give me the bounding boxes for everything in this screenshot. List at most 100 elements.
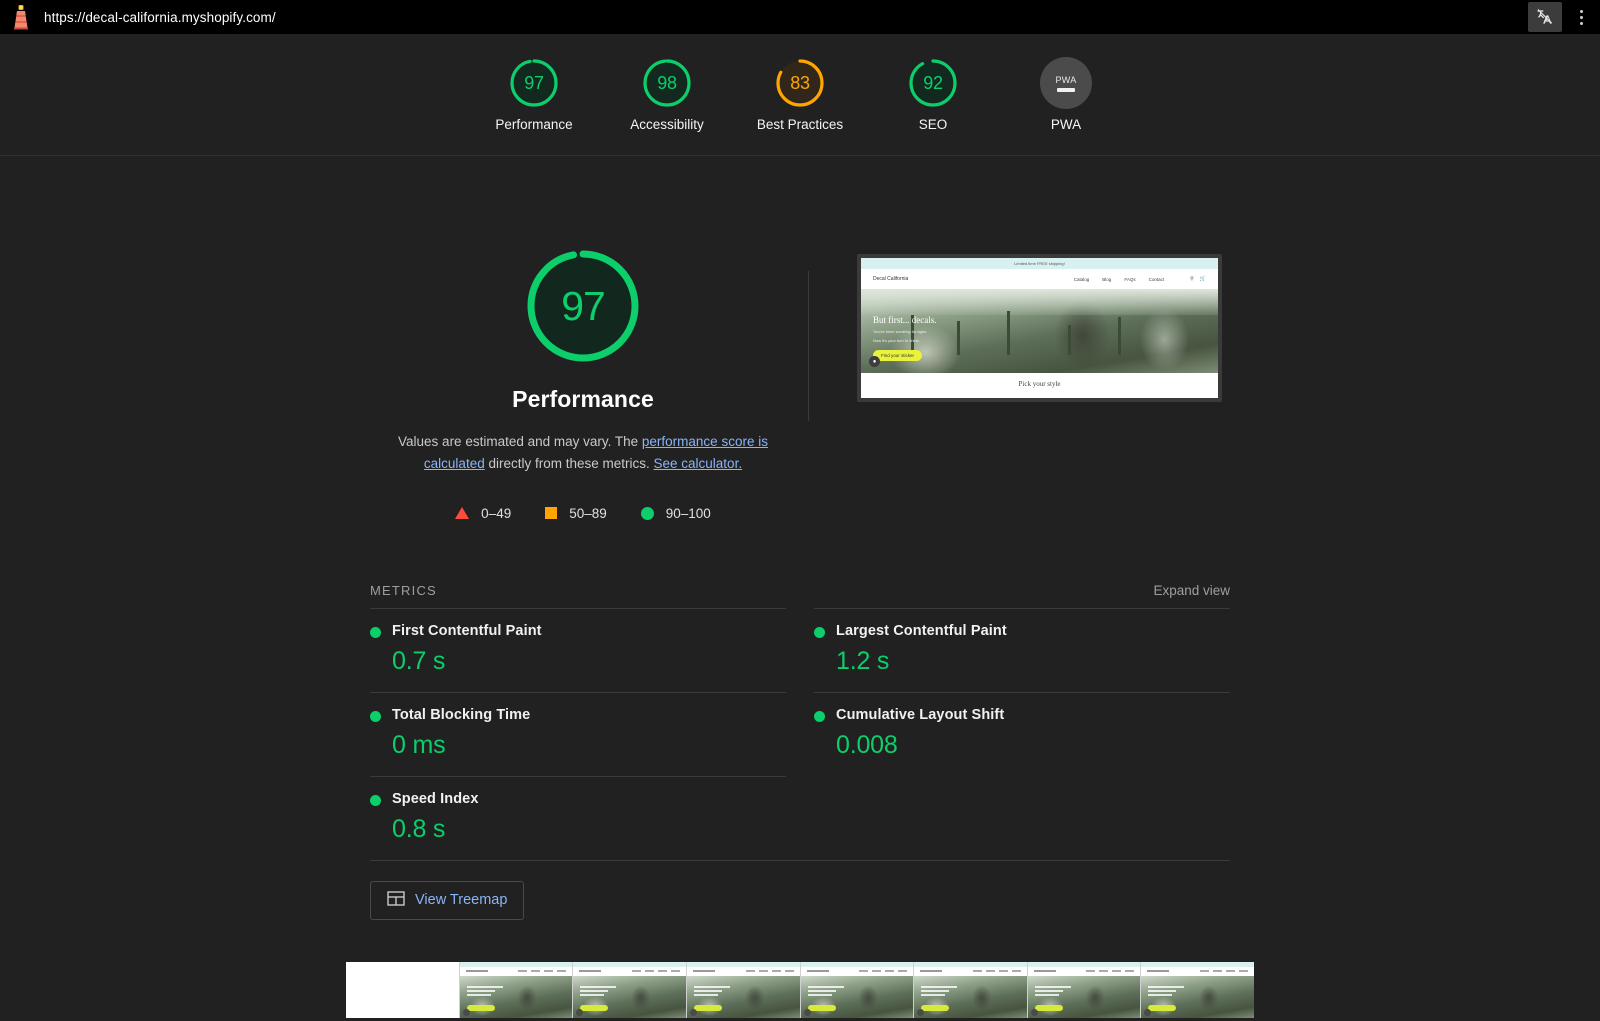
site-hero-banner: But first... decals. You've been scrolli…: [861, 289, 1218, 373]
accessibility-icon: ●: [869, 356, 880, 367]
lighthouse-icon: [10, 4, 32, 30]
page-screenshot-frame[interactable]: Limited time FREE shipping! Decal Califo…: [857, 254, 1222, 402]
see-calculator-link[interactable]: See calculator.: [654, 456, 743, 471]
site-nav-icons: ⚲ 🛒: [1190, 276, 1206, 282]
performance-hero: 97 Performance Values are estimated and …: [0, 156, 1600, 521]
legend-circle-icon: [640, 506, 654, 520]
treemap-row: View Treemap: [370, 859, 1230, 920]
category-score-header: 97 Performance 98 Accessibility 83 Best Pract…: [0, 34, 1600, 156]
legend-range-label: 90–100: [665, 505, 711, 521]
site-headline: But first... decals.: [873, 315, 937, 325]
screenshot-filmstrip[interactable]: [346, 961, 1254, 1018]
category-label: Best Practices: [756, 117, 844, 132]
category-gauge-pwa[interactable]: PWA PWA: [1000, 57, 1133, 132]
view-treemap-label: View Treemap: [415, 892, 508, 909]
category-gauge-seo[interactable]: 92 SEO: [867, 57, 1000, 132]
frame-accessibility-icon: [1030, 1008, 1038, 1016]
legend-range-label: 50–89: [569, 505, 607, 521]
frame-accessibility-icon: [1144, 1008, 1152, 1016]
translate-icon[interactable]: [1528, 2, 1562, 32]
metric-total-blocking-time[interactable]: Total Blocking Time 0 ms: [370, 691, 786, 776]
filmstrip-frame[interactable]: [346, 961, 460, 1018]
frame-cta: [693, 1004, 722, 1011]
category-gauge-accessibility[interactable]: 98 Accessibility: [601, 57, 734, 132]
frame-hero: [800, 975, 914, 1018]
metrics-grid: First Contentful Paint 0.7 s Largest Conte…: [370, 607, 1230, 860]
page-screenshot-block: Limited time FREE shipping! Decal Califo…: [809, 246, 1222, 402]
topbar-actions: [1528, 0, 1600, 34]
metrics-section: METRICS Expand view First Contentful Pai…: [370, 583, 1230, 920]
category-label: SEO: [918, 117, 948, 132]
filmstrip-frame[interactable]: [686, 961, 801, 1018]
metric-cumulative-layout-shift[interactable]: Cumulative Layout Shift 0.008: [814, 691, 1230, 776]
filmstrip-frame[interactable]: [914, 961, 1028, 1018]
metric-status-icon: [814, 710, 825, 722]
metric-speed-index[interactable]: Speed Index 0.8 s: [370, 775, 786, 860]
category-score-value: 83: [790, 72, 810, 93]
category-gauge-best-practices[interactable]: 83 Best Practices: [734, 57, 867, 132]
browser-top-bar: https://decal-california.myshopify.com/: [0, 0, 1600, 34]
expand-view-toggle[interactable]: Expand view: [1153, 583, 1230, 598]
filmstrip-frame[interactable]: [1141, 961, 1254, 1018]
legend-item-square: 50–89: [545, 506, 607, 521]
report-body: 97 Performance Values are estimated and …: [0, 156, 1600, 1021]
frame-accessibility-icon: [462, 1008, 470, 1016]
search-icon: ⚲: [1190, 276, 1194, 282]
frame-nav: [1027, 966, 1141, 976]
desc-prefix: Values are estimated and may vary. The: [398, 434, 642, 449]
metric-value: 1.2 s: [836, 646, 890, 675]
metric-largest-contentful-paint[interactable]: Largest Contentful Paint 1.2 s: [814, 607, 1230, 692]
frame-cta: [1148, 1004, 1177, 1011]
metrics-header: METRICS Expand view: [370, 583, 1230, 608]
metric-first-contentful-paint[interactable]: First Contentful Paint 0.7 s: [370, 607, 786, 692]
category-gauge-performance[interactable]: 97 Performance: [468, 57, 601, 132]
kebab-menu-icon[interactable]: [1568, 0, 1594, 34]
site-nav-link: FAQs: [1124, 276, 1136, 282]
score-legend: 0–49 50–89 90–100: [455, 506, 711, 521]
gauge-icon: 97: [508, 57, 560, 109]
category-score-value: 92: [923, 72, 943, 93]
gauge-icon: 92: [907, 57, 959, 109]
frame-nav: [459, 966, 573, 976]
desc-middle: directly from these metrics.: [484, 456, 654, 472]
site-footer-text: Pick your style: [1018, 380, 1061, 388]
cart-icon: 🛒: [1199, 276, 1206, 282]
frame-cta: [580, 1004, 609, 1011]
view-treemap-button[interactable]: View Treemap: [370, 880, 525, 920]
frame-nav: [800, 966, 914, 976]
metric-status-icon: [370, 626, 381, 638]
filmstrip-frame[interactable]: [1027, 961, 1142, 1018]
site-nav: Decal California Catalog Blog FAQs Contact …: [861, 269, 1218, 289]
metric-value: 0.8 s: [392, 814, 446, 843]
treemap-icon: [387, 890, 405, 910]
metric-name: First Contentful Paint: [370, 623, 786, 639]
frame-hero: [1027, 975, 1141, 1018]
site-nav-links: Catalog Blog FAQs Contact: [1074, 277, 1164, 282]
filmstrip-frame[interactable]: [459, 961, 574, 1018]
frame-cta: [466, 1004, 495, 1011]
frame-nav: [573, 966, 686, 976]
category-label: PWA: [1050, 117, 1082, 132]
filmstrip-frame[interactable]: [800, 961, 915, 1018]
metric-name: Speed Index: [370, 791, 786, 807]
frame-nav: [914, 966, 1027, 976]
metric-status-icon: [370, 794, 381, 806]
metric-value: 0.7 s: [392, 646, 446, 675]
performance-score-value: 97: [561, 282, 606, 329]
site-sub2: Now it's your turn to shine.: [873, 338, 921, 343]
frame-cta: [1034, 1004, 1063, 1011]
metrics-section-title: METRICS: [370, 582, 437, 598]
metric-status-icon: [370, 710, 381, 722]
page-screenshot-image: Limited time FREE shipping! Decal Califo…: [861, 258, 1218, 398]
site-nav-link: Blog: [1102, 276, 1112, 282]
category-score-value: 98: [657, 72, 677, 93]
performance-gauge: 97: [523, 246, 643, 366]
frame-accessibility-icon: [689, 1008, 697, 1016]
metric-name: Largest Contentful Paint: [814, 623, 1230, 639]
category-label: Accessibility: [630, 117, 704, 132]
metric-value: 0.008: [836, 730, 898, 759]
category-label: Performance: [495, 117, 573, 132]
filmstrip-frame[interactable]: [573, 961, 687, 1018]
legend-item-circle: 90–100: [640, 505, 711, 521]
frame-accessibility-icon: [803, 1008, 811, 1016]
